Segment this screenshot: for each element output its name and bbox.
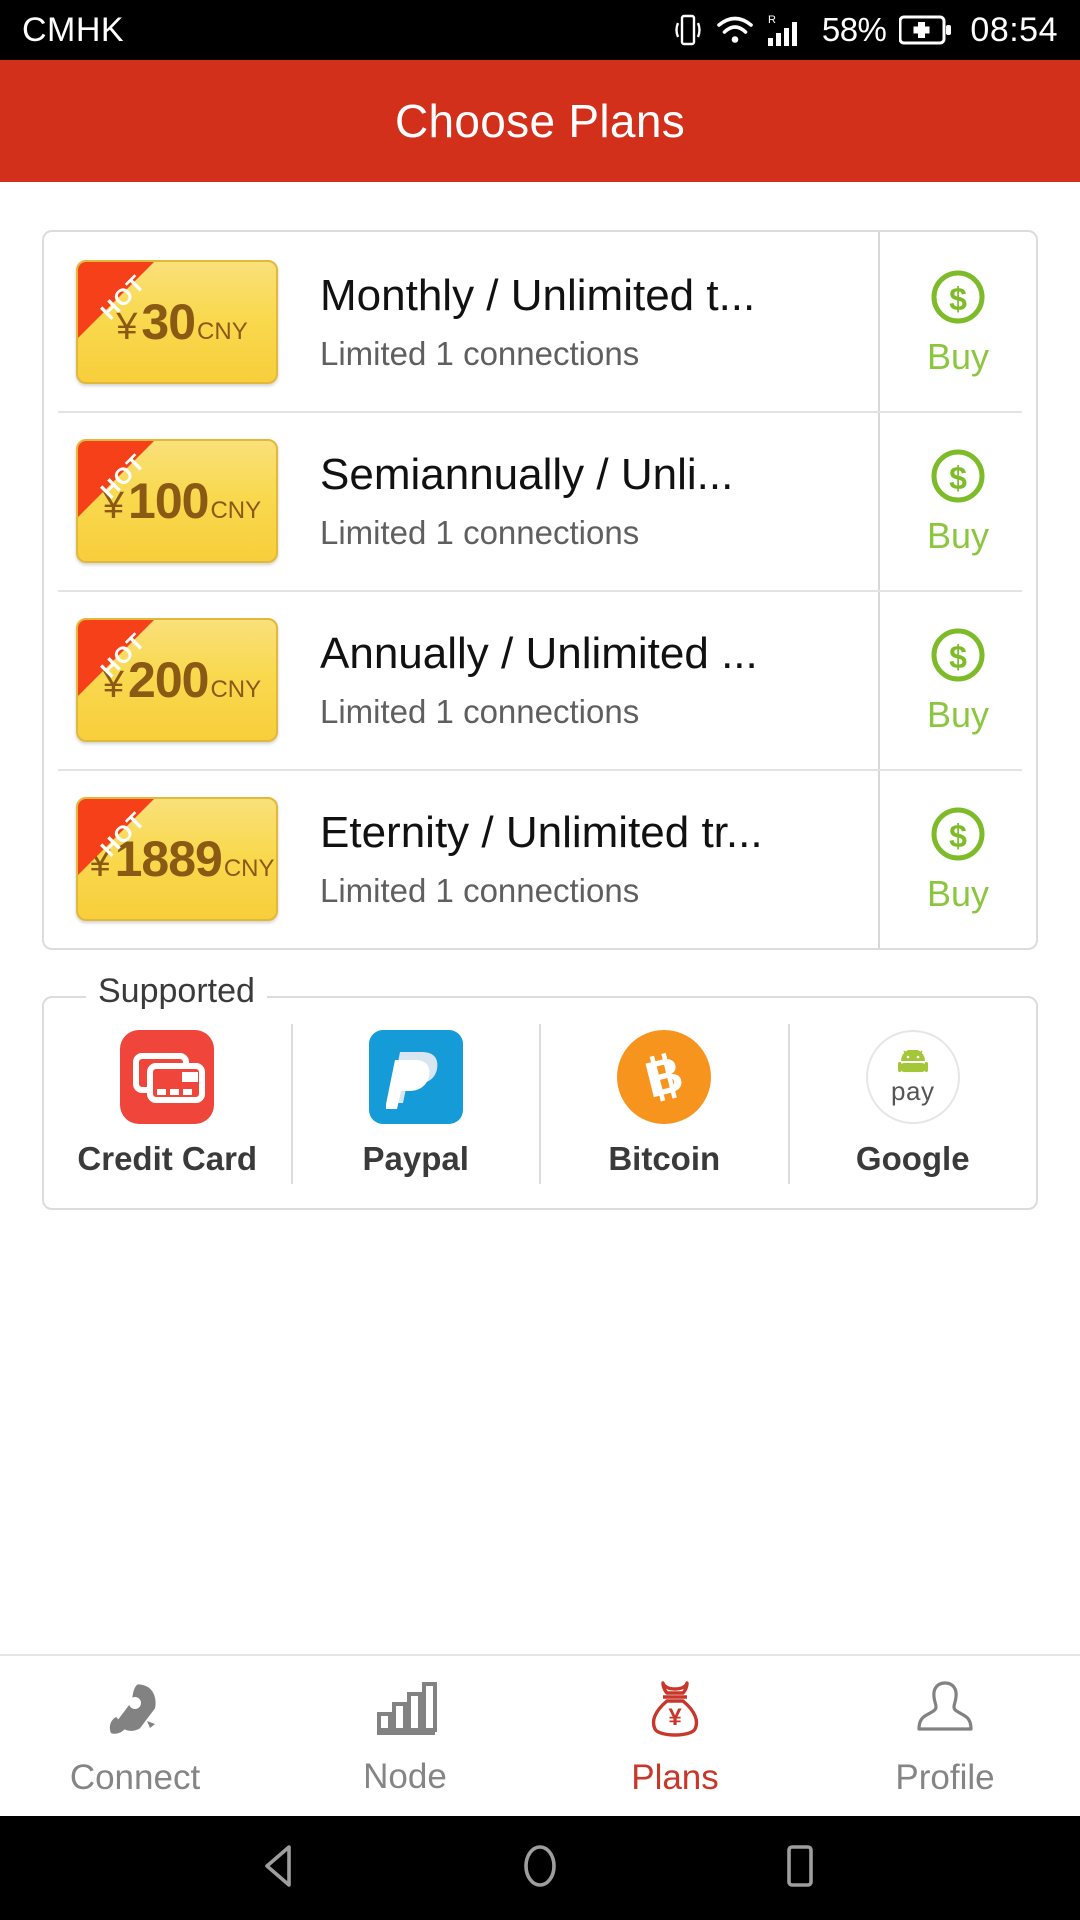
- bottom-tab-bar: Connect Node ¥ Plans Profile: [0, 1654, 1080, 1816]
- currency-code: CNY: [223, 854, 275, 882]
- status-icons: R 58% 08:54: [673, 11, 1058, 50]
- payment-method-label: Paypal: [362, 1140, 469, 1177]
- plans-list: HOT ¥ 30 CNY Monthly / Unlimited t... Li…: [42, 230, 1038, 950]
- carrier-label: CMHK: [22, 10, 125, 49]
- plan-title: Monthly / Unlimited t...: [320, 271, 756, 321]
- bar-chart-icon: [373, 1678, 437, 1745]
- battery-charging-icon: [899, 14, 953, 46]
- plan-row[interactable]: HOT ¥ 1889 CNY Eternity / Unlimited tr..…: [44, 769, 1036, 948]
- status-bar: CMHK R 58% 08:54: [0, 0, 1080, 60]
- payment-method-label: Credit Card: [77, 1140, 258, 1177]
- plan-title: Semiannually / Unli...: [320, 450, 734, 500]
- tab-label: Node: [363, 1757, 447, 1796]
- plan-text-block: Eternity / Unlimited tr... Limited 1 con…: [278, 807, 878, 910]
- plan-text-block: Monthly / Unlimited t... Limited 1 conne…: [278, 270, 878, 373]
- tab-node[interactable]: Node: [270, 1678, 540, 1794]
- price-badge: HOT ¥ 30 CNY: [76, 259, 278, 384]
- svg-text:$: $: [949, 460, 967, 496]
- plan-row[interactable]: HOT ¥ 100 CNY Semiannually / Unli... Lim…: [44, 411, 1036, 590]
- android-head-icon: [897, 1050, 928, 1072]
- tab-label: Profile: [895, 1758, 995, 1797]
- svg-text:$: $: [949, 281, 967, 317]
- money-bag-icon: ¥: [643, 1677, 707, 1746]
- buy-button[interactable]: $ Buy: [878, 590, 1036, 769]
- buy-button[interactable]: $ Buy: [878, 769, 1036, 948]
- plan-row[interactable]: HOT ¥ 200 CNY Annually / Unlimited ... L…: [44, 590, 1036, 769]
- recents-square-icon[interactable]: [773, 1839, 827, 1898]
- vibrate-icon: [673, 12, 703, 48]
- payment-method-google[interactable]: pay Google: [787, 1024, 1037, 1184]
- price-badge: HOT ¥ 200 CNY: [76, 617, 278, 742]
- clock-label: 08:54: [970, 10, 1058, 49]
- tab-connect[interactable]: Connect: [0, 1677, 270, 1795]
- dollar-coin-icon: $: [929, 626, 987, 689]
- payment-method-label: Bitcoin: [608, 1140, 721, 1177]
- plan-subtitle: Limited 1 connections: [320, 871, 640, 909]
- buy-label: Buy: [926, 515, 990, 556]
- wifi-icon: [716, 14, 754, 46]
- plan-text-block: Annually / Unlimited ... Limited 1 conne…: [278, 628, 878, 731]
- plan-subtitle: Limited 1 connections: [320, 692, 640, 730]
- google-pay-icon: pay: [865, 1030, 960, 1124]
- price-badge: HOT ¥ 100 CNY: [76, 438, 278, 563]
- buy-label: Buy: [926, 873, 990, 914]
- plan-text-block: Semiannually / Unli... Limited 1 connect…: [278, 449, 878, 552]
- payment-method-paypal[interactable]: Paypal: [290, 1024, 540, 1184]
- app-header: Choose Plans: [0, 60, 1080, 182]
- supported-legend: Supported: [86, 974, 267, 1008]
- buy-label: Buy: [926, 336, 990, 377]
- plan-subtitle: Limited 1 connections: [320, 513, 640, 551]
- home-circle-icon[interactable]: [513, 1839, 567, 1898]
- rocket-icon: [103, 1677, 167, 1746]
- dollar-coin-icon: $: [929, 268, 987, 331]
- person-icon: [913, 1677, 977, 1746]
- buy-button[interactable]: $ Buy: [878, 411, 1036, 590]
- tab-profile[interactable]: Profile: [810, 1677, 1080, 1795]
- dollar-coin-icon: $: [929, 805, 987, 868]
- credit-card-icon: [120, 1030, 215, 1124]
- currency-code: CNY: [197, 317, 248, 345]
- plan-title: Eternity / Unlimited tr...: [320, 808, 763, 858]
- battery-percent-label: 58%: [821, 11, 887, 48]
- payment-method-bitcoin[interactable]: B Bitcoin: [539, 1024, 788, 1184]
- phone-screen: CMHK R 58% 08:54 Choose Plans HOT ¥ 30 C…: [0, 0, 1080, 1920]
- buy-label: Buy: [926, 694, 990, 735]
- cellular-signal-icon: R: [767, 12, 809, 48]
- roaming-letter: R: [768, 14, 776, 26]
- svg-text:$: $: [949, 818, 967, 854]
- google-pay-wordmark: pay: [891, 1076, 935, 1106]
- svg-text:¥: ¥: [668, 1704, 682, 1731]
- page-title: Choose Plans: [395, 95, 685, 147]
- paypal-icon: [368, 1030, 463, 1124]
- buy-button[interactable]: $ Buy: [878, 232, 1036, 411]
- supported-section: Supported Credit Card Paypal B Bitcoin p…: [42, 974, 1038, 1210]
- back-triangle-icon[interactable]: [253, 1839, 307, 1898]
- svg-text:$: $: [949, 639, 967, 675]
- tab-label: Connect: [69, 1758, 201, 1797]
- price-badge: HOT ¥ 1889 CNY: [76, 796, 278, 921]
- currency-code: CNY: [210, 496, 262, 524]
- plan-subtitle: Limited 1 connections: [320, 334, 640, 372]
- currency-code: CNY: [210, 675, 262, 703]
- payment-methods-box: Credit Card Paypal B Bitcoin pay Google: [42, 996, 1038, 1210]
- bitcoin-icon: B: [617, 1030, 712, 1124]
- main-content: HOT ¥ 30 CNY Monthly / Unlimited t... Li…: [0, 182, 1080, 1654]
- plan-title: Annually / Unlimited ...: [320, 629, 758, 679]
- plan-row[interactable]: HOT ¥ 30 CNY Monthly / Unlimited t... Li…: [44, 232, 1036, 411]
- payment-method-label: Google: [855, 1140, 970, 1177]
- android-nav-bar: [0, 1816, 1080, 1920]
- dollar-coin-icon: $: [929, 447, 987, 510]
- tab-label: Plans: [631, 1758, 719, 1797]
- tab-plans[interactable]: ¥ Plans: [540, 1677, 810, 1795]
- payment-method-credit-card[interactable]: Credit Card: [44, 1024, 291, 1184]
